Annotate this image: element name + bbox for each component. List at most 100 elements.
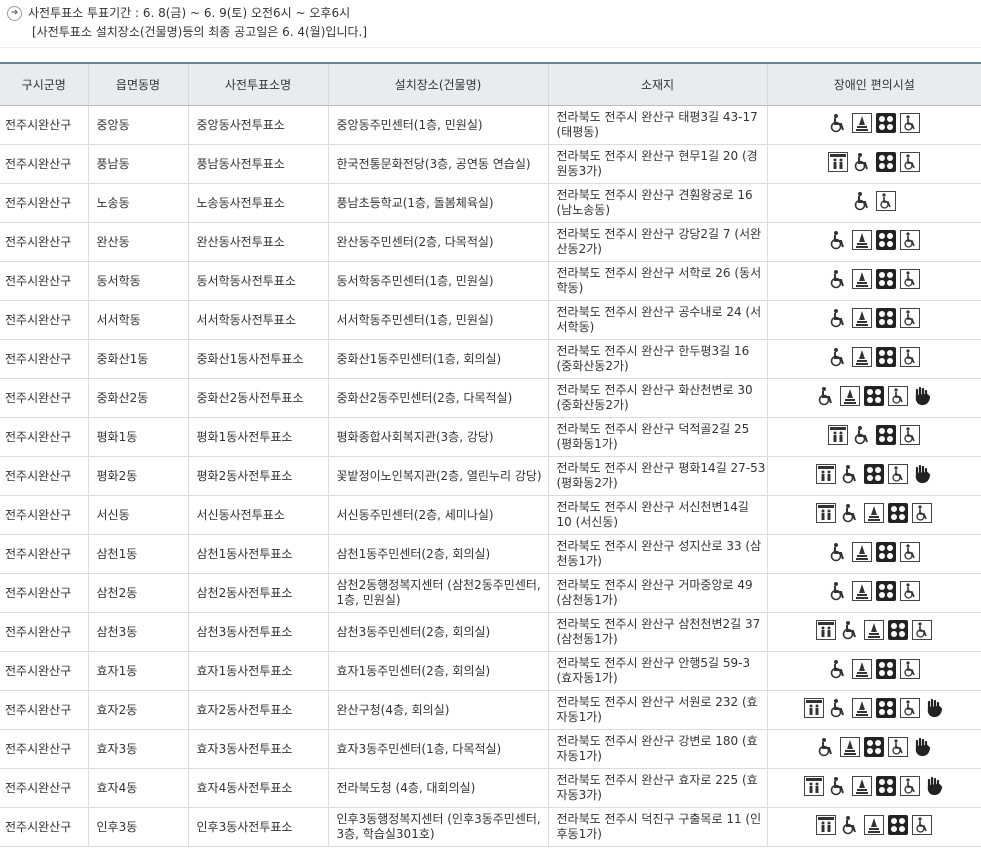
cell-dong: 중앙동: [88, 105, 189, 145]
table-row: 전주시완산구 효자3동 효자3동사전투표소 효자3동주민센터(1층, 다목적실) 전라북…: [0, 729, 981, 769]
ramp-wheelchair-icon: [900, 698, 921, 718]
ramp-wheelchair-icon: [900, 347, 921, 367]
facility-icons: [828, 347, 921, 367]
cell-gu: 전주시완산구: [0, 456, 89, 496]
cell-station-name: 서신동사전투표소: [188, 495, 329, 535]
bell-icon: [852, 230, 873, 250]
cell-station-name: 평화2동사전투표소: [188, 456, 329, 496]
wheelchair-icon: [816, 386, 836, 406]
table-row: 전주시완산구 평화2동 평화2동사전투표소 꽃밭정이노인복지관(2층, 열린누리 강당…: [0, 456, 981, 496]
cell-place: 중화산2동주민센터(2층, 다목적실): [328, 378, 549, 418]
cell-station-name: 동서학동사전투표소: [188, 261, 329, 301]
elevator-icon: [804, 698, 825, 718]
cell-place: 삼천2동행정복지센터 (삼천2동주민센터, 1층, 민원실): [328, 573, 549, 613]
cell-dong: 효자1동: [88, 651, 189, 691]
cell-dong: 풍남동: [88, 144, 189, 184]
ramp-wheelchair-icon: [876, 191, 897, 211]
elevator-icon: [804, 776, 825, 796]
cell-place: 완산구청(4층, 회의실): [328, 690, 549, 730]
wheelchair-icon: [828, 698, 848, 718]
facility-icons: [816, 620, 933, 640]
cell-facilities: [767, 378, 981, 418]
ramp-wheelchair-icon: [912, 620, 933, 640]
table-row: 전주시완산구 서신동 서신동사전투표소 서신동주민센터(2층, 세미나실) 전라북도 전…: [0, 495, 981, 535]
cell-facilities: [767, 339, 981, 379]
cell-facilities: [767, 612, 981, 652]
sign-language-icon: [924, 776, 944, 796]
cell-station-name: 인후3동사전투표소: [188, 807, 329, 847]
facility-icons: [852, 191, 897, 211]
ramp-wheelchair-icon: [912, 503, 933, 523]
arrow-right-icon: ➜: [7, 6, 22, 21]
dots-icon: [876, 347, 897, 367]
header-facilities: 장애인 편의시설: [767, 62, 981, 106]
ramp-wheelchair-icon: [888, 464, 909, 484]
wheelchair-icon: [828, 581, 848, 601]
cell-station-name: 효자4동사전투표소: [188, 768, 329, 808]
wheelchair-icon: [828, 347, 848, 367]
cell-facilities: [767, 144, 981, 184]
table-row: 전주시완산구 삼천1동 삼천1동사전투표소 삼천1동주민센터(2층, 회의실) 전라북도…: [0, 534, 981, 574]
cell-dong: 삼천1동: [88, 534, 189, 574]
bell-icon: [864, 815, 885, 835]
cell-dong: 효자4동: [88, 768, 189, 808]
notice-box: ➜ 사전투표소 투표기간 : 6. 8(금) ~ 6. 9(토) 오전6시 ~ …: [0, 0, 981, 48]
facility-icons: [828, 542, 921, 562]
cell-dong: 효자3동: [88, 729, 189, 769]
cell-dong: 효자2동: [88, 690, 189, 730]
bell-icon: [852, 269, 873, 289]
cell-address: 전라북도 전주시 완산구 화산천변로 30 (중화산동2가): [548, 378, 768, 418]
dots-icon: [876, 269, 897, 289]
cell-facilities: [767, 690, 981, 730]
table-row: 전주시완산구 풍남동 풍남동사전투표소 한국전통문화전당(3층, 공연동 연습실) 전라…: [0, 144, 981, 184]
bell-icon: [852, 113, 873, 133]
cell-dong: 동서학동: [88, 261, 189, 301]
notice-announcement: [사전투표소 설치장소(건물명)등의 최종 공고일은 6. 4(월)입니다.]: [32, 25, 368, 39]
facility-icons: [828, 113, 921, 133]
cell-gu: 전주시완산구: [0, 183, 89, 223]
dots-icon: [876, 230, 897, 250]
table-row: 전주시완산구 서서학동 서서학동사전투표소 서서학동주민센터(1층, 민원실) 전라북도…: [0, 300, 981, 340]
elevator-icon: [816, 620, 837, 640]
cell-place: 삼천3동주민센터(2층, 회의실): [328, 612, 549, 652]
cell-station-name: 중앙동사전투표소: [188, 105, 329, 145]
cell-place: 효자1동주민센터(2층, 회의실): [328, 651, 549, 691]
cell-station-name: 삼천3동사전투표소: [188, 612, 329, 652]
cell-dong: 평화1동: [88, 417, 189, 457]
facility-icons: [816, 503, 933, 523]
cell-station-name: 서서학동사전투표소: [188, 300, 329, 340]
cell-gu: 전주시완산구: [0, 300, 89, 340]
cell-gu: 전주시완산구: [0, 495, 89, 535]
wheelchair-icon: [828, 113, 848, 133]
ramp-wheelchair-icon: [900, 308, 921, 328]
facility-icons: [816, 386, 932, 406]
wheelchair-icon: [852, 191, 872, 211]
cell-dong: 완산동: [88, 222, 189, 262]
wheelchair-icon: [828, 308, 848, 328]
header-address: 소재지: [548, 62, 768, 106]
dots-icon: [876, 698, 897, 718]
dots-icon: [876, 425, 897, 445]
cell-gu: 전주시완산구: [0, 534, 89, 574]
dots-icon: [876, 776, 897, 796]
bell-icon: [852, 659, 873, 679]
table-row: 전주시완산구 삼천2동 삼천2동사전투표소 삼천2동행정복지센터 (삼천2동주민센터,…: [0, 573, 981, 613]
bell-icon: [852, 308, 873, 328]
table-row: 전주시완산구 효자4동 효자4동사전투표소 전라북도청 (4층, 대회의실) 전라북도 …: [0, 768, 981, 808]
bell-icon: [852, 542, 873, 562]
facility-icons: [828, 581, 921, 601]
facility-icons: [828, 152, 921, 172]
cell-address: 전라북도 전주시 완산구 서학로 26 (동서학동): [548, 261, 768, 301]
wheelchair-icon: [840, 503, 860, 523]
elevator-icon: [828, 152, 849, 172]
cell-gu: 전주시완산구: [0, 417, 89, 457]
header-place: 설치장소(건물명): [328, 62, 549, 106]
bell-icon: [852, 776, 873, 796]
ramp-wheelchair-icon: [888, 737, 909, 757]
facility-icons: [816, 815, 933, 835]
ramp-wheelchair-icon: [912, 815, 933, 835]
wheelchair-icon: [828, 269, 848, 289]
cell-gu: 전주시완산구: [0, 768, 89, 808]
cell-place: 한국전통문화전당(3층, 공연동 연습실): [328, 144, 549, 184]
bell-icon: [864, 503, 885, 523]
